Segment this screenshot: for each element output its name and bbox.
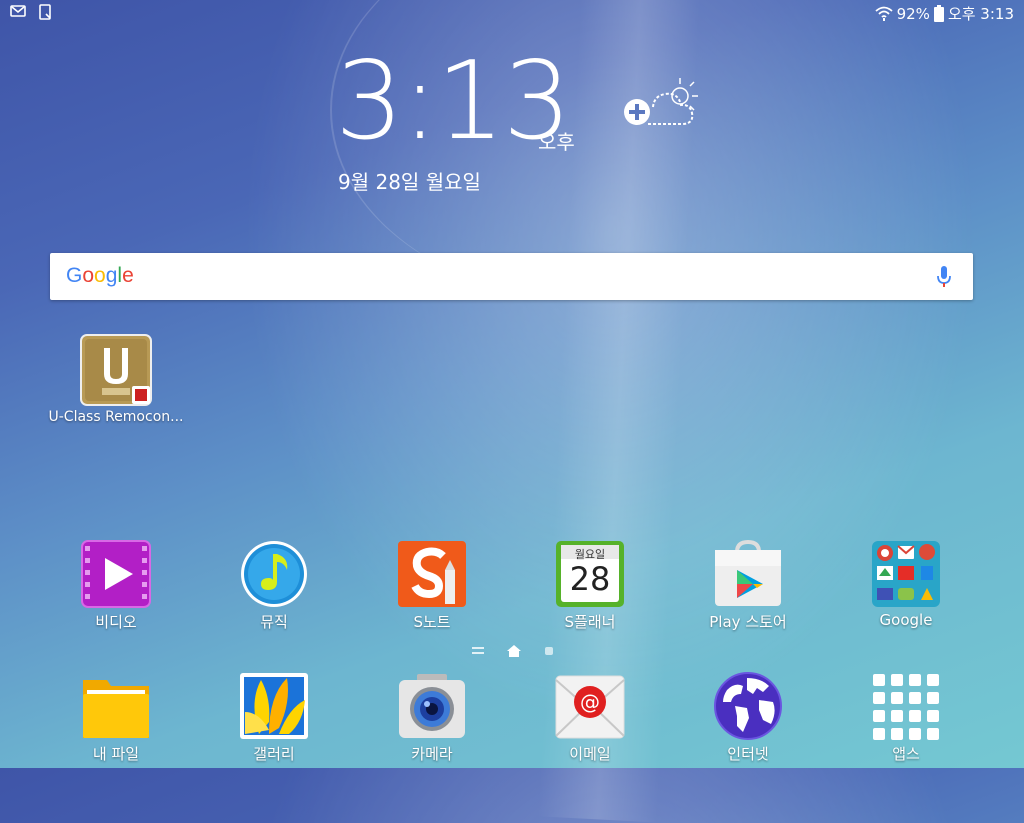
- google-logo: Google: [66, 264, 134, 287]
- app-google-folder[interactable]: Google: [836, 540, 976, 629]
- email-icon: @: [555, 672, 625, 740]
- play-store-icon: [713, 539, 783, 608]
- dock-apps[interactable]: 앱스: [836, 672, 976, 764]
- dock-camera[interactable]: 카메라: [362, 672, 502, 764]
- status-bar: 92% 오후 3:13: [0, 0, 1024, 26]
- page-indicator[interactable]: [472, 644, 554, 658]
- uclass-remocon-icon: [80, 334, 152, 406]
- app-music[interactable]: 뮤직: [204, 540, 344, 632]
- app-label: 이메일: [569, 745, 611, 763]
- music-icon: [239, 540, 309, 608]
- dock-internet[interactable]: 인터넷: [678, 672, 818, 764]
- shortcut-label: U-Class Remocon...: [48, 409, 184, 425]
- app-label: 뮤직: [260, 613, 288, 631]
- dock-email[interactable]: @ 이메일: [520, 672, 660, 764]
- notification-icons: [10, 4, 52, 20]
- google-search-bar[interactable]: Google: [50, 253, 973, 300]
- app-label: 앱스: [892, 745, 920, 763]
- app-video[interactable]: 비디오: [46, 540, 186, 632]
- app-label: 비디오: [95, 613, 137, 631]
- battery-icon: [933, 5, 944, 22]
- app-label: S노트: [413, 613, 451, 631]
- system-icons: 92% 오후 3:13: [875, 3, 1014, 24]
- app-play-store[interactable]: Play 스토어: [678, 539, 818, 632]
- video-icon: [81, 540, 151, 608]
- clock-ampm: 오후: [538, 130, 575, 154]
- dock-my-files[interactable]: 내 파일: [46, 672, 186, 764]
- internet-icon: [713, 672, 783, 740]
- svg-text:@: @: [580, 690, 600, 714]
- app-label: 카메라: [411, 745, 453, 763]
- app-label: 갤러리: [253, 745, 295, 763]
- app-label: S플래너: [564, 613, 616, 631]
- app-label: 인터넷: [727, 745, 769, 763]
- app-label: Play 스토어: [709, 613, 787, 631]
- briefing-page-icon[interactable]: [472, 647, 484, 655]
- splanner-icon: 월요일 28: [555, 540, 625, 608]
- dock-gallery[interactable]: 갤러리: [204, 672, 344, 764]
- app-snote[interactable]: S노트: [362, 540, 502, 632]
- page-dot-icon[interactable]: [544, 646, 554, 656]
- google-folder-icon: [871, 540, 941, 608]
- app-splanner[interactable]: 월요일 28 S플래너: [520, 540, 660, 632]
- app-label: 내 파일: [92, 745, 140, 763]
- camera-icon: [397, 672, 467, 740]
- snote-icon: [397, 540, 467, 608]
- battery-percent: 92%: [896, 4, 930, 23]
- calendar-day: 28: [569, 560, 611, 598]
- add-weather-icon[interactable]: [620, 72, 702, 132]
- my-files-icon: [81, 672, 151, 740]
- shortcut-uclass-remocon[interactable]: U-Class Remocon...: [46, 334, 186, 425]
- wifi-icon: [875, 6, 893, 21]
- app-label: Google: [879, 611, 933, 629]
- apps-icon: [871, 672, 941, 740]
- mic-icon[interactable]: [935, 265, 953, 289]
- status-time: 오후 3:13: [947, 5, 1014, 23]
- clock-date[interactable]: 9월 28일 월요일: [338, 166, 481, 195]
- home-page-icon[interactable]: [506, 644, 522, 658]
- email-notification-icon: [10, 5, 26, 17]
- gallery-icon: [239, 672, 309, 740]
- clock-time[interactable]: 3:13: [335, 48, 572, 156]
- screenshot-notification-icon: [39, 4, 51, 20]
